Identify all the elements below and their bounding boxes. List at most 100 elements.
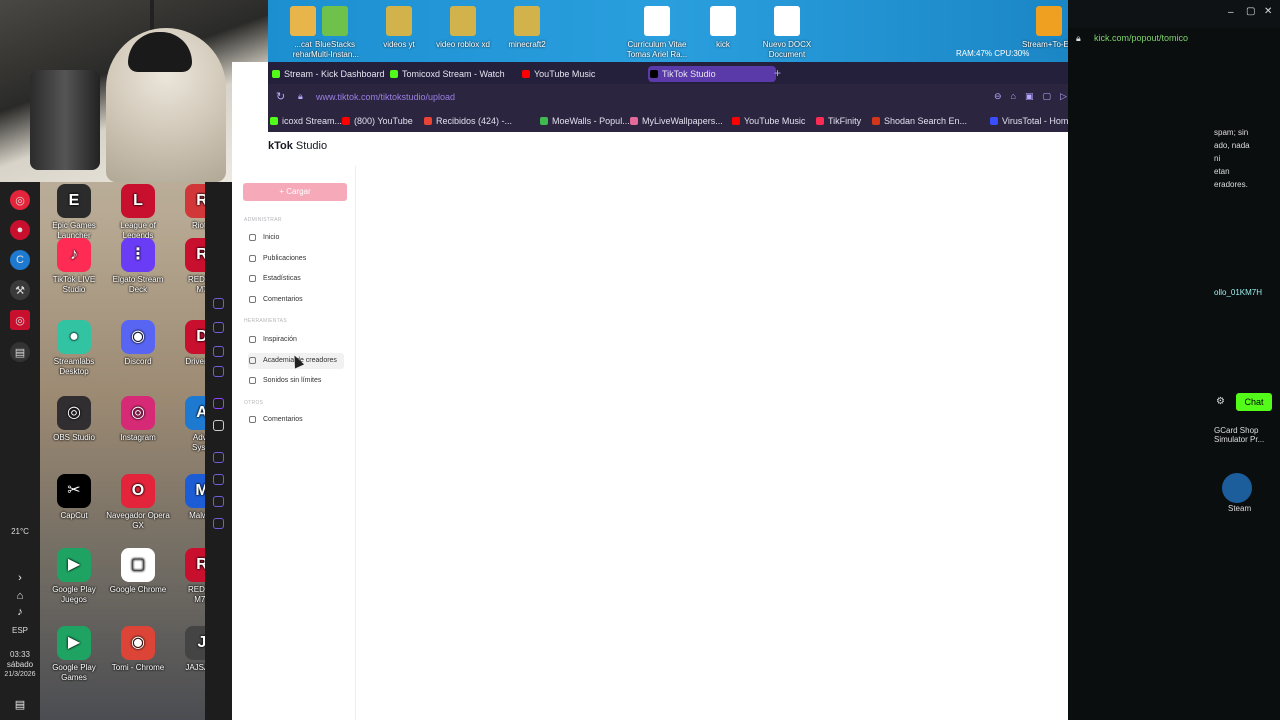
desktop-icon[interactable]: O Navegador Opera GX bbox=[105, 474, 171, 531]
desktop-icon[interactable]: ◉ Discord bbox=[105, 320, 171, 367]
file-icon bbox=[710, 6, 736, 36]
side-panel-icon[interactable] bbox=[213, 298, 224, 309]
app-icon: ♪ bbox=[57, 238, 91, 272]
bookmark[interactable]: Shodan Search En... bbox=[872, 116, 967, 126]
desktop-icon-label: Instagram bbox=[120, 433, 156, 442]
desktop-icon[interactable]: ▶ Google Play Games bbox=[41, 626, 107, 683]
chat-button[interactable]: Chat bbox=[1236, 393, 1272, 411]
desktop-icon[interactable]: ▢ Google Chrome bbox=[105, 548, 171, 595]
sidebar-item-label: Estadísticas bbox=[263, 275, 301, 282]
bookmark[interactable]: TikFinity bbox=[816, 116, 861, 126]
browser-tab[interactable]: Stream - Kick Dashboard bbox=[270, 66, 386, 82]
maximize-icon[interactable]: ▢ bbox=[1246, 6, 1255, 17]
sidebar-item-label: Comentarios bbox=[263, 295, 303, 303]
steam-label[interactable]: Steam bbox=[1228, 504, 1251, 513]
chat-username[interactable]: ollo_01KM7H bbox=[1214, 288, 1262, 297]
kick-url[interactable]: kick.com/popout/tomico bbox=[1094, 33, 1188, 43]
opera-icon[interactable]: ◎ bbox=[10, 190, 30, 210]
side-panel-icon[interactable] bbox=[213, 366, 224, 377]
gear-icon[interactable]: ⚙ bbox=[1216, 396, 1225, 407]
reload-icon[interactable]: ↻ bbox=[276, 90, 285, 103]
app-icon[interactable]: ▤ bbox=[10, 342, 30, 362]
side-panel-icon[interactable] bbox=[213, 322, 224, 333]
bookmark[interactable]: YouTube Music bbox=[732, 116, 805, 126]
sidebar-item[interactable]: Estadísticas bbox=[248, 271, 344, 287]
new-tab-button[interactable]: + bbox=[774, 66, 781, 80]
desktop-icon[interactable]: ▶ Google Play Juegos bbox=[41, 548, 107, 605]
app-icon: ◎ bbox=[121, 396, 155, 430]
sidebar-item[interactable]: Publicaciones bbox=[248, 251, 344, 267]
sidebar-item[interactable]: Comentarios bbox=[248, 292, 344, 308]
sidebar-item[interactable]: Inspiración bbox=[248, 332, 344, 348]
tool-icon[interactable]: ⚒ bbox=[10, 280, 30, 300]
bookmark[interactable]: MyLiveWallpapers... bbox=[630, 116, 723, 126]
desktop-icon[interactable]: video roblox xd bbox=[428, 6, 498, 50]
sidebar-item[interactable]: Inicio bbox=[248, 230, 344, 246]
sidebar-item-icon bbox=[249, 416, 256, 423]
desktop-icon[interactable]: videos yt bbox=[364, 6, 434, 50]
desktop-icon-label: Google Chrome bbox=[109, 585, 167, 594]
sidebar-item[interactable]: Sonidos sin límites bbox=[248, 373, 344, 389]
league-icon[interactable]: ● bbox=[10, 220, 30, 240]
app-icon: ▶ bbox=[57, 548, 91, 582]
tiktok-studio-logo[interactable]: kTok Studio bbox=[268, 140, 327, 162]
sidebar-item-icon bbox=[249, 295, 256, 303]
desktop-icon[interactable]: ✂ CapCut bbox=[41, 474, 107, 521]
browser-tab[interactable]: YouTube Music bbox=[520, 66, 646, 82]
desktop-icon[interactable]: BlueStacks Multi-Instan... bbox=[300, 6, 370, 60]
clock-time[interactable]: 03:33 bbox=[0, 650, 40, 660]
bookmark[interactable]: MoeWalls - Popul... bbox=[540, 116, 630, 126]
file-icon bbox=[514, 6, 540, 36]
bookmark-label: MyLiveWallpapers... bbox=[642, 116, 723, 126]
bookmark[interactable]: (800) YouTube bbox=[342, 116, 413, 126]
x-icon[interactable] bbox=[213, 420, 224, 431]
file-icon bbox=[644, 6, 670, 36]
c-app-icon[interactable]: C bbox=[10, 250, 30, 270]
desktop-icon[interactable]: ◉ Tomi - Chrome bbox=[105, 626, 171, 673]
desktop-icon[interactable]: ♪ TikTok LIVE Studio bbox=[41, 238, 107, 295]
notification-icon[interactable]: ▤ bbox=[10, 694, 30, 714]
bookmark[interactable]: Recibidos (424) -... bbox=[424, 116, 512, 126]
side-panel-icon[interactable] bbox=[213, 346, 224, 357]
desktop-icon-label: Discord bbox=[124, 357, 152, 366]
desktop-icon[interactable]: ⋮ Elgato Stream Deck bbox=[105, 238, 171, 295]
url-input[interactable]: www.tiktok.com/tiktokstudio/upload bbox=[316, 92, 455, 102]
bookmark[interactable]: VirusTotal - Home bbox=[990, 116, 1073, 126]
upload-button[interactable]: + Cargar bbox=[243, 183, 347, 201]
sidebar-item[interactable]: Comentarios bbox=[248, 412, 344, 428]
browser-side-panel bbox=[205, 182, 232, 720]
app-icon: L bbox=[121, 184, 155, 218]
desktop-icon[interactable]: kick bbox=[688, 6, 758, 50]
minimize-icon[interactable]: – bbox=[1228, 7, 1234, 18]
settings-icon[interactable] bbox=[213, 518, 224, 529]
desktop-icon[interactable]: minecraft2 bbox=[492, 6, 562, 50]
desktop-icon[interactable]: ◎ Instagram bbox=[105, 396, 171, 443]
browser-tab[interactable]: TikTok Studio bbox=[648, 66, 776, 82]
steam-icon[interactable] bbox=[1222, 473, 1252, 503]
card-shop-label[interactable]: GCard Shop Simulator Pr... bbox=[1214, 426, 1264, 444]
desktop-icon-label: Streamlabs Desktop bbox=[53, 357, 95, 376]
desktop-icon[interactable]: Nuevo DOCX Document bbox=[752, 6, 822, 60]
desktop-icon[interactable]: L League of Legends bbox=[105, 184, 171, 241]
chevron-up-icon[interactable]: › bbox=[10, 568, 30, 588]
desktop-icon[interactable]: E Epic Games Launcher bbox=[41, 184, 107, 241]
close-icon[interactable]: ✕ bbox=[1264, 6, 1272, 17]
sidebar-item-label: Comentarios bbox=[263, 416, 303, 423]
side-panel-icon[interactable] bbox=[213, 474, 224, 485]
language-indicator[interactable]: ESP bbox=[0, 626, 40, 636]
volume-icon[interactable]: ♪ bbox=[10, 602, 30, 622]
browser-tab[interactable]: Tomicoxd Stream - Watch bbox=[388, 66, 518, 82]
side-panel-icon[interactable] bbox=[213, 496, 224, 507]
tab-favicon-icon bbox=[272, 70, 280, 78]
desktop-icon[interactable]: Curriculum Vitae Tomas Ariel Ra... bbox=[622, 6, 692, 60]
clock-date: 21/3/2026 bbox=[4, 671, 36, 678]
desktop-icon[interactable]: ● Streamlabs Desktop bbox=[41, 320, 107, 377]
opera-gx-icon[interactable]: ◎ bbox=[10, 310, 30, 330]
desktop-icon[interactable]: ◎ OBS Studio bbox=[41, 396, 107, 443]
twitch-icon[interactable] bbox=[213, 398, 224, 409]
bookmark[interactable]: icoxd Stream... bbox=[270, 116, 342, 126]
lock-icon: 🔒︎ bbox=[1076, 33, 1081, 43]
side-panel-icon[interactable] bbox=[213, 452, 224, 463]
bookmark-label: TikFinity bbox=[828, 116, 862, 126]
studio-sidebar bbox=[232, 166, 356, 720]
